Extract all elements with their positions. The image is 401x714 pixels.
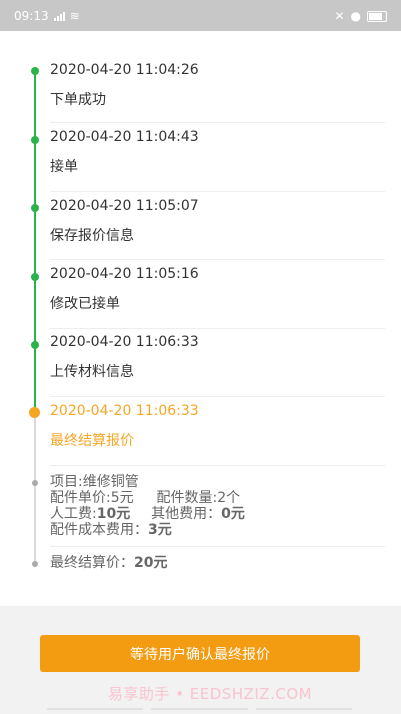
- bottom-line: [255, 708, 352, 710]
- timeline-label: 接单: [50, 159, 78, 175]
- bottom-nav-hint: [47, 708, 352, 710]
- divider: [50, 122, 385, 123]
- unit-price-text: 配件单价:5元: [50, 490, 134, 506]
- timeline-label: 下单成功: [50, 92, 106, 108]
- status-left: 09:13 ≋: [14, 9, 80, 23]
- timeline-dot: [31, 136, 39, 144]
- parts-price-row: 配件单价:5元 配件数量:2个: [50, 490, 245, 506]
- timeline-label: 保存报价信息: [50, 228, 134, 244]
- bottom-line: [47, 708, 144, 710]
- timeline-dot: [31, 204, 39, 212]
- timeline-time: 2020-04-20 11:05:07: [50, 198, 199, 214]
- timeline-dot-pending: [32, 561, 38, 567]
- timeline-label: 最终结算报价: [50, 433, 134, 449]
- status-bar: 09:13 ≋ ✕ ●: [0, 0, 401, 31]
- timeline-item: 2020-04-20 11:05:07 保存报价信息: [50, 198, 385, 245]
- timeline-item: 2020-04-20 11:04:43 接单: [50, 129, 385, 176]
- alarm-icon: ●: [350, 9, 361, 23]
- await-confirm-button[interactable]: 等待用户确认最终报价: [40, 635, 360, 672]
- status-right: ✕ ●: [334, 9, 387, 23]
- timeline-dot: [31, 341, 39, 349]
- timeline-time: 2020-04-20 11:04:43: [50, 129, 199, 145]
- timeline-item: 2020-04-20 11:05:16 修改已接单: [50, 266, 385, 313]
- watermark: 易享助手 • EEDSHZIZ.COM: [107, 685, 313, 703]
- timeline-dot-pending: [32, 480, 38, 486]
- timeline-time: 2020-04-20 11:04:26: [50, 62, 199, 78]
- other-fee-label: 其他费用：: [151, 506, 222, 522]
- labor-label: 人工费:: [50, 506, 97, 522]
- parts-cost-row: 配件成本费用：3元: [50, 522, 245, 538]
- divider: [50, 191, 385, 192]
- quantity-text: 配件数量:2个: [156, 490, 241, 506]
- timeline-item: 2020-04-20 11:04:26 下单成功: [50, 62, 385, 109]
- order-timeline-panel: 2020-04-20 11:04:26 下单成功 2020-04-20 11:0…: [0, 31, 401, 606]
- timeline-item: 2020-04-20 11:06:33 上传材料信息: [50, 334, 385, 381]
- timeline-dot: [31, 273, 39, 281]
- final-price-value: 20元: [134, 555, 168, 571]
- final-price-label: 最终结算价：: [50, 555, 134, 571]
- project-text: 项目:维修铜管: [50, 474, 139, 490]
- mute-icon: ✕: [334, 9, 345, 23]
- other-fee-value: 0元: [221, 506, 245, 522]
- timeline-label: 修改已接单: [50, 296, 120, 312]
- timeline-line-pending: [34, 413, 36, 565]
- divider: [50, 465, 385, 466]
- timeline-item-current: 2020-04-20 11:06:33 最终结算报价: [50, 403, 385, 450]
- bottom-line: [151, 708, 248, 710]
- divider: [50, 259, 385, 260]
- parts-cost-label: 配件成本费用：: [50, 522, 148, 538]
- wifi-icon: ≋: [69, 9, 80, 23]
- parts-cost-value: 3元: [148, 522, 172, 538]
- divider: [50, 396, 385, 397]
- divider: [50, 546, 385, 547]
- timeline-time: 2020-04-20 11:06:33: [50, 403, 199, 419]
- timeline-label: 上传材料信息: [50, 364, 134, 380]
- battery-icon: [367, 10, 387, 22]
- timeline-time: 2020-04-20 11:06:33: [50, 334, 199, 350]
- final-price: 最终结算价：20元: [50, 555, 167, 571]
- timeline-line: [34, 71, 36, 413]
- timeline-time: 2020-04-20 11:05:16: [50, 266, 199, 282]
- signal-icon: [53, 11, 65, 21]
- divider: [50, 328, 385, 329]
- timeline-dot: [31, 67, 39, 75]
- fee-row: 人工费:10元 其他费用：0元: [50, 506, 245, 522]
- labor-value: 10元: [96, 506, 131, 522]
- quote-detail: 项目:维修铜管 配件单价:5元 配件数量:2个 人工费:10元 其他费用：0元 …: [50, 474, 245, 538]
- status-time: 09:13: [14, 9, 49, 23]
- timeline-dot-current: [29, 407, 40, 418]
